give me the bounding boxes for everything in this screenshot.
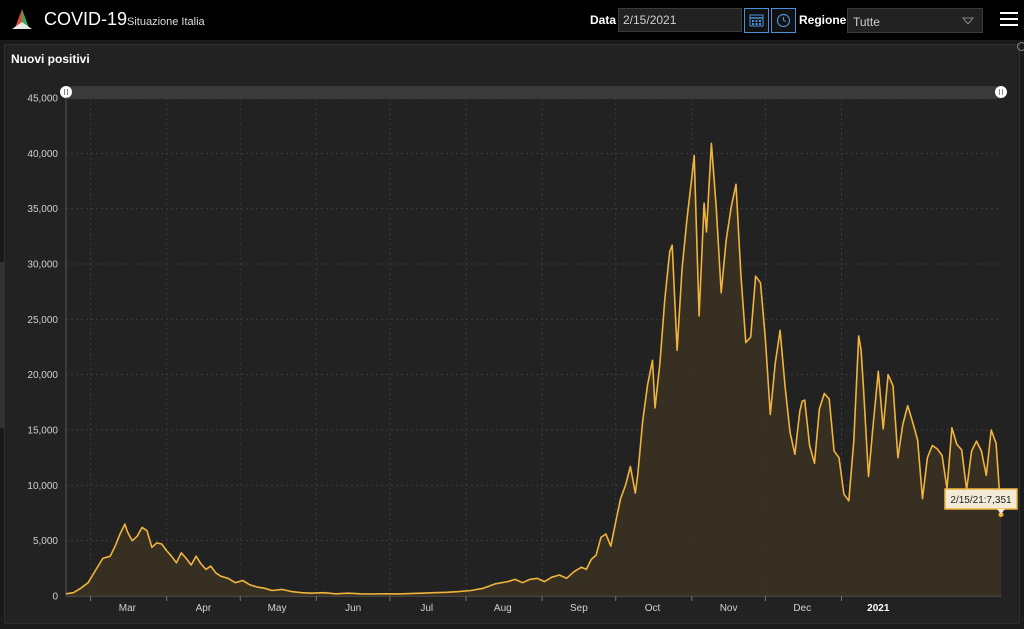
y-tick-label: 10,000 [27, 481, 58, 492]
y-tick-label: 30,000 [27, 260, 58, 271]
y-tick-label: 40,000 [27, 149, 58, 160]
x-tick-label: Dec [793, 603, 811, 614]
y-tick-label: 0 [52, 592, 58, 603]
x-tick-label: May [268, 603, 287, 614]
x-tick-label: 2021 [867, 603, 890, 614]
range-slider-handle-right[interactable] [995, 86, 1007, 98]
x-tick-label: Apr [196, 603, 212, 614]
range-slider-track [66, 86, 1001, 99]
tooltip-text: 2/15/21:7,351 [950, 495, 1012, 506]
x-tick-label: Jul [420, 603, 433, 614]
y-tick-label: 45,000 [27, 94, 58, 105]
x-tick-label: Aug [494, 603, 512, 614]
y-tick-label: 15,000 [27, 426, 58, 437]
x-tick-label: Nov [720, 603, 738, 614]
chart: 0 5,000 10,000 15,000 20,000 25,000 30,000 35,0… [27, 86, 1018, 614]
y-tick-label: 25,000 [27, 315, 58, 326]
x-tick-label: Mar [119, 603, 137, 614]
x-tick-label: Oct [645, 603, 661, 614]
x-tick-label: Sep [570, 603, 588, 614]
y-tick-label: 20,000 [27, 370, 58, 381]
series-area [66, 143, 1001, 596]
x-tick-label: Jun [345, 603, 361, 614]
y-tick-label: 5,000 [33, 536, 58, 547]
range-slider-handle-left[interactable] [60, 86, 72, 98]
y-tick-label: 35,000 [27, 204, 58, 215]
